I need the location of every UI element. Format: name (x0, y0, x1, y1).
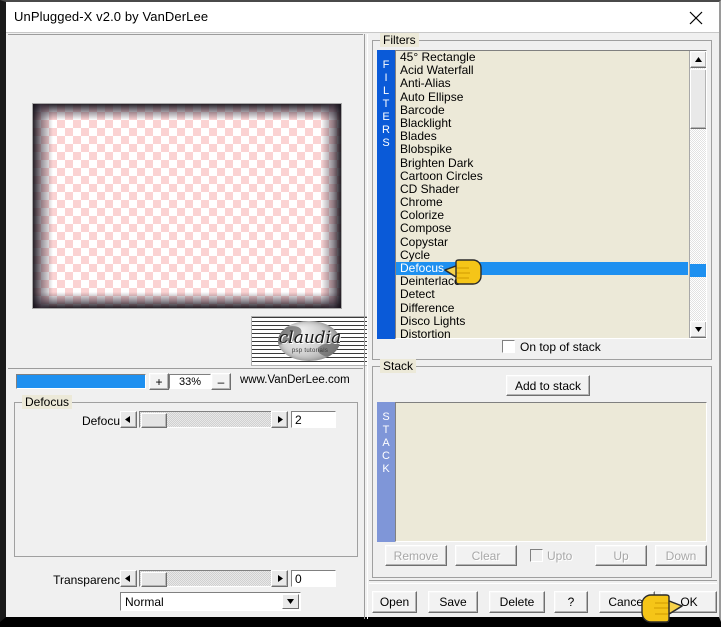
filters-scrollbar[interactable] (689, 51, 706, 338)
up-button[interactable]: Up (595, 545, 647, 566)
transparency-decrement-button[interactable] (120, 570, 137, 587)
help-button[interactable]: ? (554, 591, 588, 613)
preview-progress-bar (16, 374, 146, 389)
up-arrow-icon (695, 57, 702, 62)
down-arrow-glyph (287, 599, 294, 604)
filter-list-item[interactable]: Auto Ellipse (396, 90, 688, 104)
on-top-of-stack-label: On top of stack (520, 340, 601, 354)
filter-list-item[interactable]: Disco Lights (396, 314, 688, 328)
filter-list-item[interactable]: Copystar (396, 235, 688, 249)
strip-letter: I (384, 72, 388, 84)
filter-list-item[interactable]: Compose (396, 222, 688, 235)
add-to-stack-button[interactable]: Add to stack (506, 375, 590, 396)
watermark-text: claudia (278, 328, 342, 348)
window-title: UnPlugged-X v2.0 by VanDerLee (14, 9, 209, 24)
scrollbar-thumb[interactable] (690, 69, 706, 129)
save-button[interactable]: Save (428, 591, 478, 613)
transparency-checkerboard (33, 104, 341, 308)
left-arrow-icon (125, 575, 130, 582)
strip-letter: C (382, 450, 390, 462)
down-arrow-icon (695, 327, 702, 332)
strip-letter: T (382, 98, 390, 110)
close-icon (689, 11, 703, 25)
defocus-slider-track[interactable] (139, 411, 272, 428)
watermark-logo: claudia psp tutorials (251, 316, 368, 366)
filter-list-item[interactable]: Barcode (396, 103, 688, 117)
zoom-toolbar: + 33% – www.VanDerLee.com (8, 368, 363, 395)
transparency-slider-track[interactable] (139, 570, 272, 587)
down-button[interactable]: Down (655, 545, 707, 566)
stack-listbox[interactable] (395, 402, 707, 542)
filters-group-label: Filters (380, 33, 419, 47)
strip-letter: T (382, 424, 390, 436)
column-divider (364, 34, 368, 619)
left-arrow-icon (125, 416, 130, 423)
strip-letter: A (382, 437, 390, 449)
defocus-value-input[interactable]: 2 (291, 411, 336, 428)
strip-letter: R (382, 124, 390, 136)
filter-params-group-label: Defocus (22, 395, 73, 409)
defocus-increment-button[interactable] (271, 411, 288, 428)
clear-button[interactable]: Clear (455, 545, 517, 566)
progress-fill (17, 375, 145, 388)
defocus-slider-label: Defocus (81, 414, 126, 428)
filter-list-item[interactable]: Detect (396, 288, 688, 301)
transparency-increment-button[interactable] (271, 570, 288, 587)
upto-label: Upto (547, 549, 573, 563)
open-button[interactable]: Open (372, 591, 417, 613)
website-label[interactable]: www.VanDerLee.com (240, 374, 350, 386)
strip-letter: E (382, 111, 390, 123)
strip-letter: L (382, 85, 390, 97)
strip-letter: K (382, 463, 390, 475)
strip-letter: S (382, 411, 390, 423)
filter-list-item[interactable]: Deinterlace (396, 274, 688, 288)
strip-letter: F (382, 59, 390, 71)
scroll-down-button[interactable] (690, 321, 706, 338)
filter-list-item[interactable]: Anti-Alias (396, 77, 688, 90)
transparency-slider-thumb[interactable] (141, 572, 167, 587)
zoom-in-button[interactable]: + (149, 373, 169, 390)
filter-list-item[interactable]: Blobspike (396, 143, 688, 156)
defocus-slider-thumb[interactable] (141, 413, 167, 428)
stack-side-strip: STACK (377, 402, 395, 542)
on-top-of-stack-checkbox[interactable] (502, 340, 515, 353)
image-preview[interactable] (32, 103, 342, 309)
filters-listbox[interactable]: 45° Rectangle Acid Waterfall Anti-Alias Aut… (395, 50, 707, 339)
chevron-down-icon[interactable] (282, 594, 299, 609)
watermark-subtext: psp tutorials (291, 348, 329, 354)
filters-side-strip: FILTERS (377, 50, 395, 339)
cancel-button[interactable]: Cancel (599, 591, 655, 613)
filter-list-item[interactable]: Brighten Dark (396, 156, 688, 170)
delete-button[interactable]: Delete (489, 591, 545, 613)
filter-list-item[interactable]: Blacklight (396, 116, 688, 130)
zoom-level-display: 33% (169, 374, 211, 389)
upto-checkbox[interactable] (530, 549, 543, 562)
right-arrow-icon (278, 575, 283, 582)
scrollbar-position-marker (690, 264, 706, 277)
transparency-slider-label: Transparency (53, 573, 126, 587)
stack-group-label: Stack (380, 359, 417, 373)
zoom-out-button[interactable]: – (211, 373, 231, 390)
blend-mode-select[interactable]: Normal (120, 592, 301, 611)
strip-letter: S (382, 137, 390, 149)
blend-mode-value: Normal (125, 594, 164, 609)
footer-separator (369, 580, 717, 584)
defocus-decrement-button[interactable] (120, 411, 137, 428)
transparency-value-input[interactable]: 0 (291, 570, 336, 587)
close-button[interactable] (675, 3, 717, 30)
plugin-window: UnPlugged-X v2.0 by VanDerLee claudia ps… (0, 0, 721, 623)
filter-list-item[interactable]: Cartoon Circles (396, 169, 688, 183)
scroll-up-button[interactable] (690, 51, 706, 68)
title-bar: UnPlugged-X v2.0 by VanDerLee (6, 2, 719, 33)
ok-button[interactable]: OK (661, 591, 717, 613)
right-arrow-icon (278, 416, 283, 423)
remove-button[interactable]: Remove (385, 545, 447, 566)
filter-list-item[interactable]: Distortion (396, 327, 688, 338)
filter-list-item[interactable]: Difference (396, 301, 688, 315)
